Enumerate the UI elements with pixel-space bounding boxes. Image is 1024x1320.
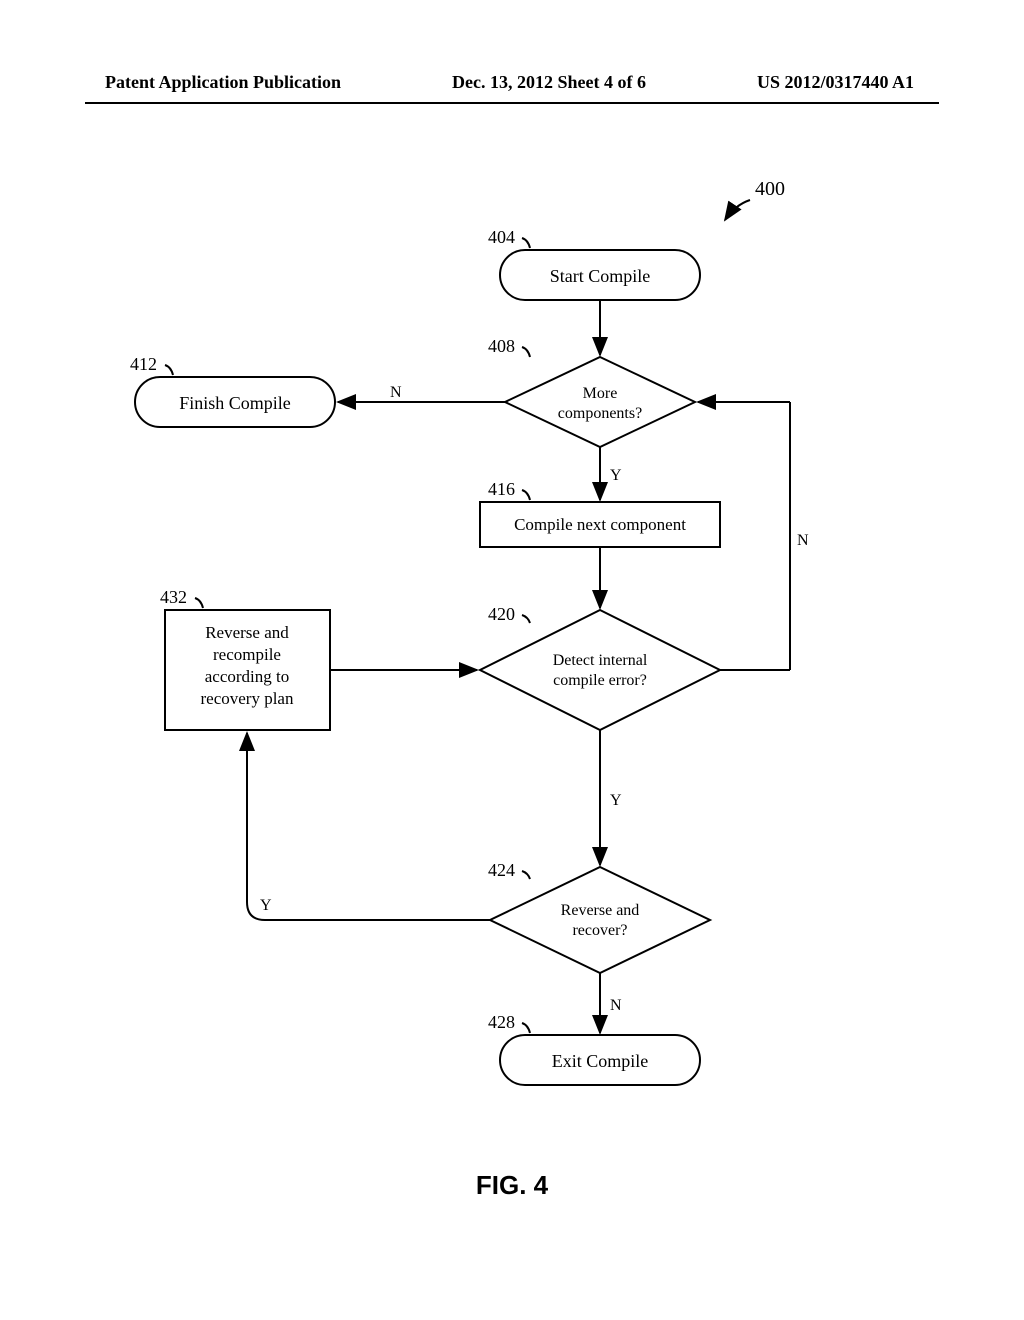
node-416-label: Compile next component xyxy=(514,515,686,534)
node-432-label-4: recovery plan xyxy=(201,689,294,708)
node-408-label-2: components? xyxy=(558,405,642,422)
node-404-label: Start Compile xyxy=(550,266,651,286)
header-right: US 2012/0317440 A1 xyxy=(757,72,914,93)
edge-424-428-label: N xyxy=(610,997,622,1014)
flow-ref-label: 400 xyxy=(755,178,785,200)
ref-408: 408 xyxy=(488,336,515,356)
edge-420-408-label: N xyxy=(797,532,809,549)
ref-404: 404 xyxy=(488,227,515,247)
node-408-label-1: More xyxy=(583,385,618,402)
header-divider xyxy=(85,102,939,104)
node-412-label: Finish Compile xyxy=(179,393,291,413)
flowchart-diagram: 400 Start Compile 404 More components? 4… xyxy=(0,130,1024,1130)
edge-408-416-label: Y xyxy=(610,467,622,484)
ref-420: 420 xyxy=(488,604,515,624)
node-424-label-2: recover? xyxy=(572,922,627,939)
node-432-label-3: according to xyxy=(205,667,290,686)
node-420-label-1: Detect internal xyxy=(553,652,648,669)
node-432-label-1: Reverse and xyxy=(205,623,289,642)
ref-412: 412 xyxy=(130,354,157,374)
edge-408-412-label: N xyxy=(390,384,402,401)
header-center: Dec. 13, 2012 Sheet 4 of 6 xyxy=(452,72,646,93)
node-432-label-2: recompile xyxy=(213,645,281,664)
ref-424: 424 xyxy=(488,860,515,880)
node-424-label-1: Reverse and xyxy=(561,902,640,919)
ref-428: 428 xyxy=(488,1012,515,1032)
edge-420-424-label: Y xyxy=(610,792,622,809)
ref-432: 432 xyxy=(160,587,187,607)
edge-424-432-label: Y xyxy=(260,897,272,914)
node-428-label: Exit Compile xyxy=(552,1051,649,1071)
ref-416: 416 xyxy=(488,479,515,499)
header-left: Patent Application Publication xyxy=(105,72,341,93)
node-420-label-2: compile error? xyxy=(553,672,647,689)
figure-label: FIG. 4 xyxy=(0,1170,1024,1201)
